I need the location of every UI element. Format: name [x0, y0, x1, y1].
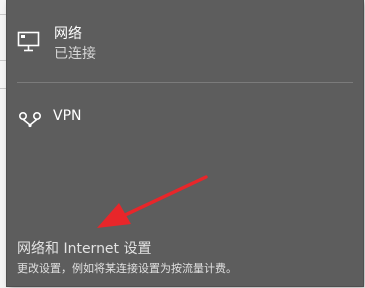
- network-flyout: 网络 已连接 VPN 网络和 Internet 设置 更改设置，例如将某连接设置…: [7, 0, 363, 286]
- annotation-arrow-icon: [97, 175, 208, 228]
